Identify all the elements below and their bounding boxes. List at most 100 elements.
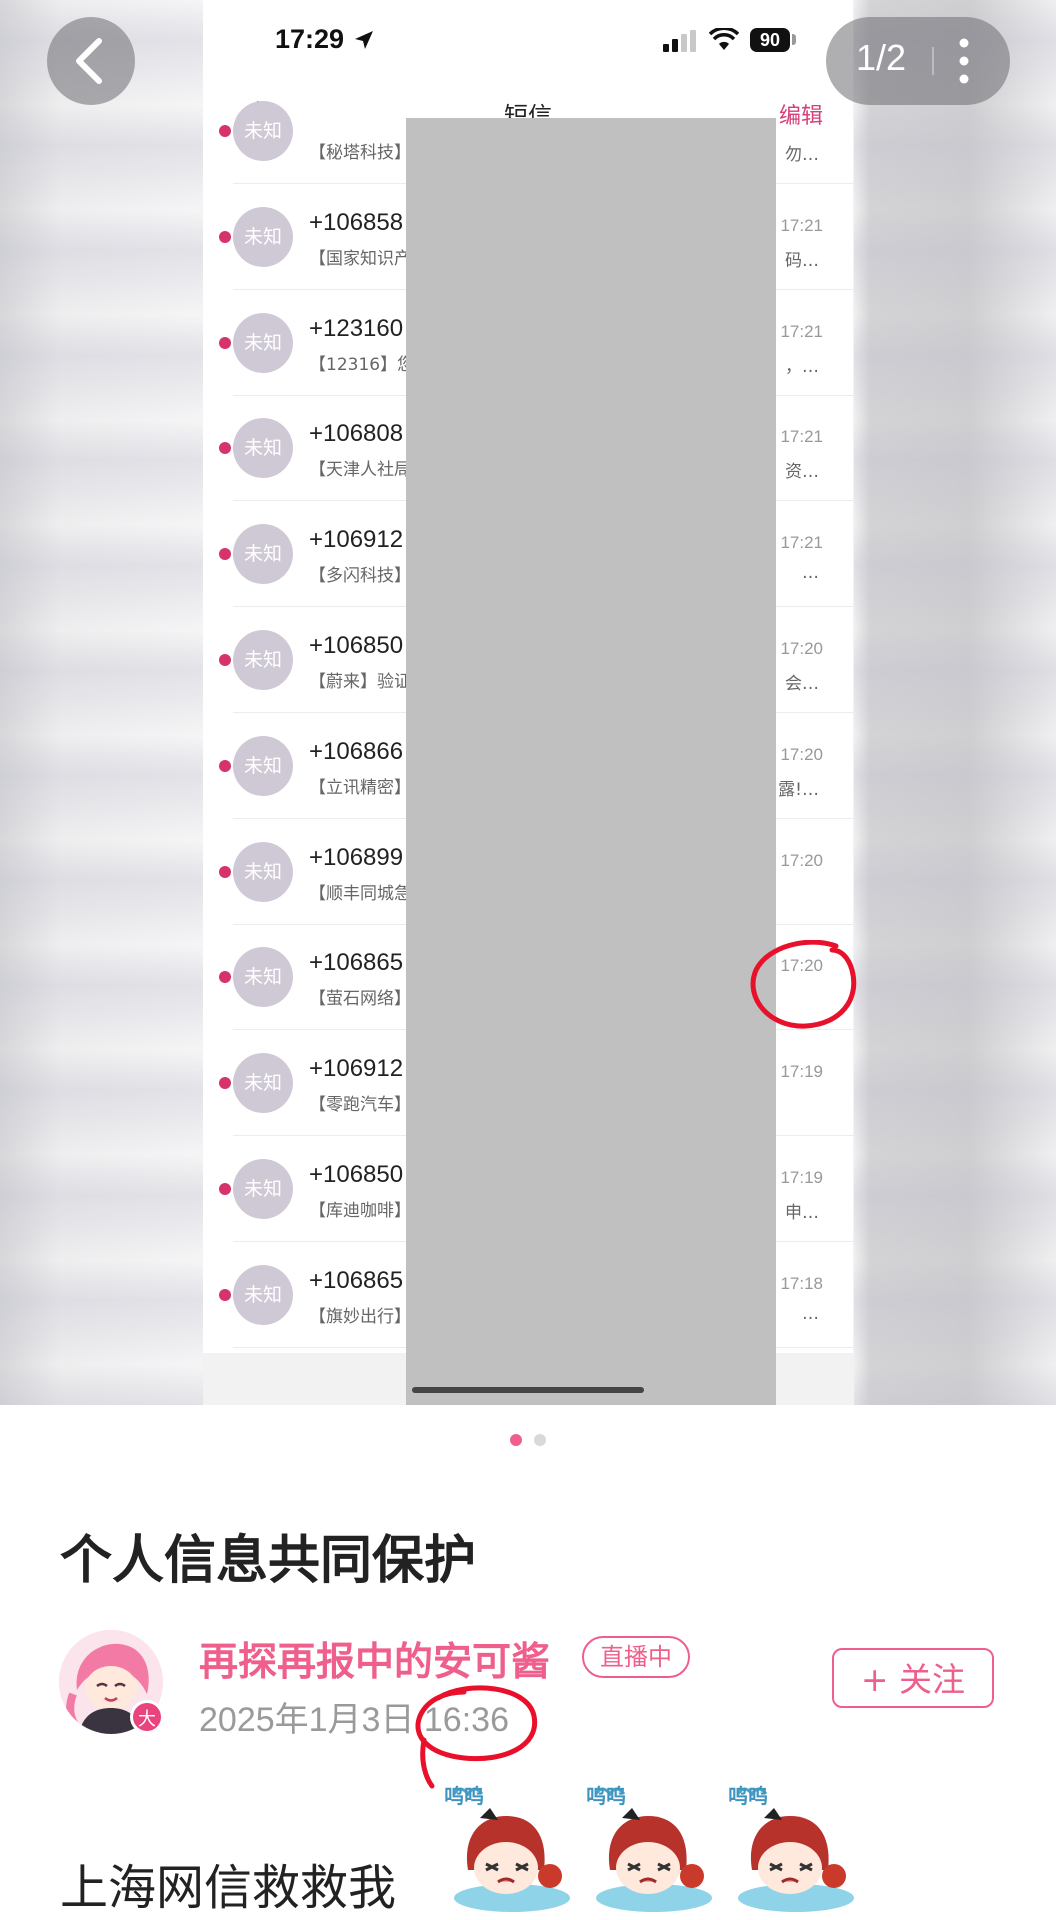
sticker-caption: 呜呜: [444, 1784, 484, 1808]
unread-dot: [219, 759, 231, 772]
sms-time: 17:19: [780, 1168, 823, 1187]
sms-time: 17:21: [780, 533, 823, 553]
sms-sender: +106858: [309, 208, 404, 236]
status-bar: 17:29 90: [203, 0, 853, 80]
chevron-left-icon: [76, 38, 102, 84]
viewer-back-button[interactable]: [47, 17, 135, 105]
battery-indicator: 90: [750, 28, 790, 52]
sms-sender: +106865: [309, 1266, 404, 1294]
status-time: 17:29: [275, 24, 345, 54]
sms-preview-tail: …: [802, 563, 819, 584]
unread-dot: [219, 1288, 231, 1301]
contact-avatar: 未知: [233, 418, 293, 479]
redaction-block: [406, 118, 776, 1405]
contact-avatar: 未知: [233, 524, 293, 585]
unread-dot: [219, 1183, 231, 1195]
sms-sender: +106866: [309, 737, 404, 765]
sms-preview: 【零跑汽车】: [309, 1095, 411, 1116]
wifi-icon: [709, 28, 739, 50]
sms-preview: 【12316】您: [309, 354, 415, 375]
sms-time: 17:21: [780, 427, 823, 447]
location-arrow-icon: [355, 31, 373, 49]
avatar-level-badge: 大: [130, 1700, 164, 1734]
sms-time: 17:20: [780, 639, 823, 658]
sms-time: 17:20: [780, 744, 823, 764]
unread-dot: [219, 230, 231, 243]
home-indicator: [412, 1387, 644, 1393]
sms-preview-tail: 露!…: [778, 779, 819, 800]
sms-preview: 【天津人社局: [309, 460, 411, 481]
blurred-background-left: [0, 0, 205, 1405]
image-viewer[interactable]: 17:29 90 短信 编辑 未知 【秘塔科技】 勿… 未知 +106858 【国家知识产…: [0, 0, 1056, 1405]
sms-time: 17:18: [780, 1273, 823, 1293]
sms-preview: 【萤石网络】: [309, 989, 411, 1010]
sms-preview: 【旗妙出行】: [309, 1306, 411, 1327]
crying-anime-girl-sticker: 呜呜: [440, 1778, 572, 1916]
screenshot-image: 17:29 90 短信 编辑 未知 【秘塔科技】 勿… 未知 +106858 【国家知识产…: [203, 0, 853, 1405]
sms-preview: 【顺丰同城急: [309, 883, 411, 904]
signal-icon: [663, 30, 696, 52]
crying-anime-girl-sticker: 呜呜: [582, 1778, 714, 1916]
contact-avatar: 未知: [233, 841, 293, 902]
sticker-caption: 呜呜: [586, 1784, 626, 1808]
contact-avatar: 未知: [233, 735, 293, 796]
sms-preview: 【国家知识产: [309, 248, 411, 269]
red-annotation-circle: [750, 940, 857, 1029]
sticker-caption: 呜呜: [728, 1784, 768, 1808]
sms-time: 17:20: [780, 850, 823, 870]
sms-sender: +123160: [309, 314, 404, 342]
sms-sender: +106865: [309, 949, 404, 977]
contact-avatar: 未知: [233, 1053, 293, 1114]
contact-avatar: 未知: [233, 1264, 293, 1325]
unread-dot: [219, 654, 231, 666]
sms-sender: +106808: [309, 420, 404, 448]
sms-preview-tail: …: [802, 1303, 819, 1324]
sms-time: 17:21: [780, 321, 823, 341]
page-counter: 1/2: [856, 37, 907, 78]
image-pager: [0, 1434, 1056, 1448]
pill-divider: [932, 47, 934, 75]
unread-dot: [219, 548, 231, 561]
sms-preview-tail: 会…: [785, 674, 819, 694]
live-badge[interactable]: 直播中: [582, 1636, 690, 1678]
red-annotation-circle: [415, 1685, 538, 1789]
sms-preview-tail: ，…: [785, 356, 819, 377]
sms-preview-tail: 资…: [785, 462, 819, 483]
crying-anime-girl-sticker: 呜呜: [724, 1778, 856, 1916]
sms-preview-tail: 码…: [785, 250, 819, 271]
unread-dot: [219, 865, 231, 878]
more-vertical-icon[interactable]: [958, 37, 970, 85]
follow-button[interactable]: + 关注: [832, 1648, 994, 1708]
unread-dot: [219, 125, 231, 137]
pager-dot[interactable]: [534, 1434, 546, 1446]
sms-time: 17:21: [780, 215, 823, 235]
author-name[interactable]: 再探再报中的安可酱: [199, 1631, 550, 1687]
sms-preview: 【立讯精密】: [309, 777, 411, 798]
contact-avatar: 未知: [233, 630, 293, 690]
contact-avatar: 未知: [233, 206, 293, 267]
sms-sender: +106912: [309, 1055, 404, 1083]
pager-dot-active[interactable]: [510, 1434, 522, 1446]
unread-dot: [219, 336, 231, 349]
sms-preview: 【多闪科技】: [309, 566, 411, 587]
contact-avatar: 未知: [233, 1159, 293, 1219]
sms-sender: +106912: [309, 526, 404, 554]
sms-preview-tail: 勿…: [785, 145, 819, 165]
blurred-background-right: [854, 0, 1056, 1405]
contact-avatar: 未知: [233, 101, 293, 161]
unread-dot: [219, 442, 231, 455]
sms-sender: +106899: [309, 843, 404, 871]
viewer-menu-pill[interactable]: 1/2: [826, 17, 1010, 105]
battery-nub: [792, 34, 796, 45]
sms-sender: +106850: [309, 632, 404, 659]
contact-avatar: 未知: [233, 947, 293, 1008]
sms-preview: 【库迪咖啡】: [309, 1201, 411, 1221]
contact-avatar: 未知: [233, 312, 293, 373]
post-title: 个人信息共同保护: [60, 1531, 477, 1591]
sms-preview: 【蔚来】验证: [309, 672, 411, 692]
unread-dot: [219, 1077, 231, 1090]
sms-preview: 【秘塔科技】: [309, 143, 411, 163]
sms-time: 17:19: [780, 1062, 823, 1082]
sms-sender: +106850: [309, 1161, 404, 1188]
post-body: 上海网信救救我: [60, 1860, 397, 1916]
